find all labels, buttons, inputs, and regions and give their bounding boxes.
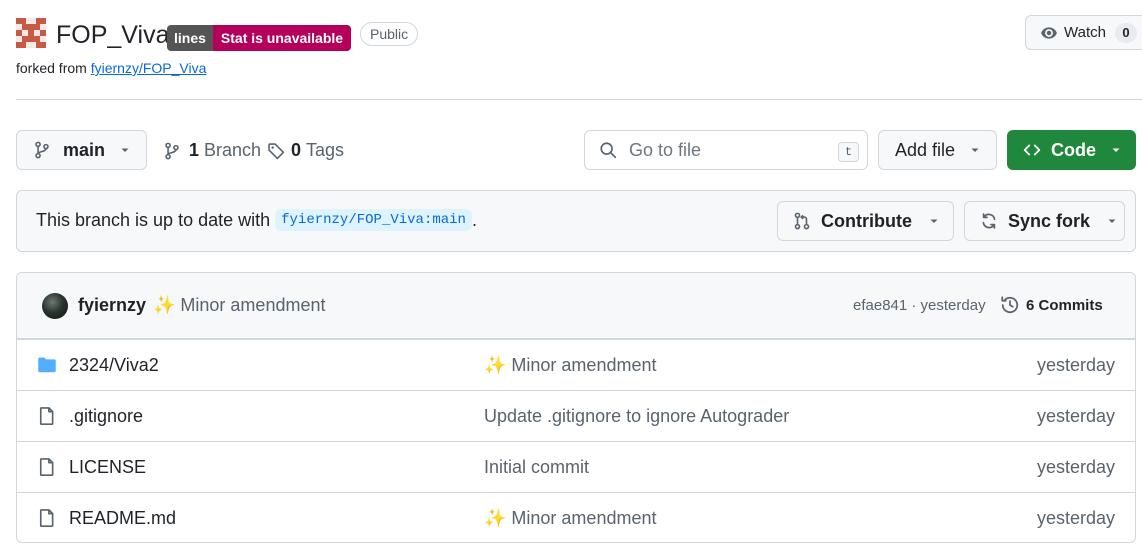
file-row[interactable]: LICENSE Initial commit yesterday [17,441,1135,492]
watch-count: 0 [1114,22,1137,43]
branch-select-button[interactable]: main [16,130,147,170]
upstream-ref-link[interactable]: fyiernzy/FOP_Viva:main [275,209,472,231]
latest-commit-bar: fyiernzy ✨ Minor amendment efae841 · yes… [17,273,1135,339]
sync-fork-button[interactable]: Sync fork [964,201,1125,241]
badge-value: Stat is unavailable [212,25,352,51]
file-name-link[interactable]: 2324/Viva2 [69,355,159,376]
identicon-icon [16,18,46,48]
commit-hash-time[interactable]: efae841 · yesterday [853,297,986,314]
watch-label: Watch [1064,24,1106,41]
file-commit-message[interactable]: Update .gitignore to ignore Autograder [484,406,789,427]
file-commit-message[interactable]: ✨ Minor amendment [484,355,656,376]
repo-owner-avatar[interactable] [16,18,46,48]
fork-status-label: This branch is up to date with [36,209,271,230]
eye-icon [1041,26,1057,39]
tag-count-label: Tags [306,140,345,160]
tag-icon [268,142,285,159]
pull-request-icon [794,212,810,230]
file-commit-date: yesterday [1036,508,1115,528]
forked-prefix: forked from [16,60,87,76]
sync-icon [982,213,996,229]
file-icon [39,509,54,527]
add-file-button[interactable]: Add file [878,130,997,170]
commit-author-avatar[interactable] [42,293,68,319]
caret-down-icon [971,148,979,152]
caret-down-icon [121,148,129,152]
code-label: Code [1051,139,1096,160]
commits-history-link[interactable]: 6 Commits [1000,295,1103,315]
tags-link[interactable]: 0 Tags [267,140,344,161]
caret-down-icon [930,219,938,223]
forked-source-link[interactable]: fyiernzy/FOP_Viva [91,60,207,76]
commit-message[interactable]: ✨ Minor amendment [153,295,325,316]
file-name-link[interactable]: LICENSE [69,457,146,478]
file-commit-message[interactable]: ✨ Minor amendment [484,508,656,529]
file-commit-date: yesterday [1036,355,1115,375]
git-branch-icon [35,141,49,159]
contribute-button[interactable]: Contribute [777,201,954,241]
visibility-label: Public [360,22,419,46]
branch-count-label: Branch [204,140,262,160]
watch-button[interactable]: Watch 0 [1025,15,1142,50]
search-icon [600,142,617,159]
file-commit-date: yesterday [1036,457,1115,477]
contribute-label: Contribute [821,210,912,231]
sync-fork-label: Sync fork [1008,210,1091,231]
forked-from: forked from fyiernzy/FOP_Viva [16,60,206,76]
repo-name-link[interactable]: FOP_Viva [56,19,169,51]
branches-link[interactable]: 1 Branch [163,140,261,161]
file-row[interactable]: 2324/Viva2 ✨ Minor amendment yesterday [17,339,1135,390]
folder-icon [38,357,56,373]
go-to-file-search[interactable]: t [584,130,868,170]
header-divider [16,99,1142,100]
code-button[interactable]: Code [1007,130,1136,170]
badge-label: lines [167,25,213,51]
code-brackets-icon [1023,144,1041,156]
file-icon [39,458,54,476]
fork-status-suffix: . [471,209,477,230]
add-file-label: Add file [895,139,956,160]
caret-down-icon [1112,148,1120,152]
branch-count: 1 [189,140,200,160]
file-name-link[interactable]: README.md [69,508,176,529]
file-row[interactable]: README.md ✨ Minor amendment yesterday [17,492,1135,542]
file-name-link[interactable]: .gitignore [69,406,143,427]
lines-badge[interactable]: lines Stat is unavailable [167,25,352,51]
commit-author[interactable]: fyiernzy [78,295,146,316]
file-icon [39,407,54,425]
file-row[interactable]: .gitignore Update .gitignore to ignore A… [17,390,1135,441]
branch-name: main [63,139,106,160]
keyboard-shortcut-hint: t [838,142,859,162]
tag-count: 0 [291,140,302,160]
caret-down-icon [1108,219,1116,223]
file-commit-date: yesterday [1036,406,1115,426]
fork-status-text: This branch is up to date with fyiernzy/… [36,209,477,231]
commits-count: 6 Commits [1026,296,1103,314]
file-list: fyiernzy ✨ Minor amendment efae841 · yes… [16,272,1136,543]
go-to-file-input[interactable] [627,138,827,162]
git-branch-icon [165,142,179,159]
history-icon [1001,296,1019,314]
file-commit-message[interactable]: Initial commit [484,457,589,478]
